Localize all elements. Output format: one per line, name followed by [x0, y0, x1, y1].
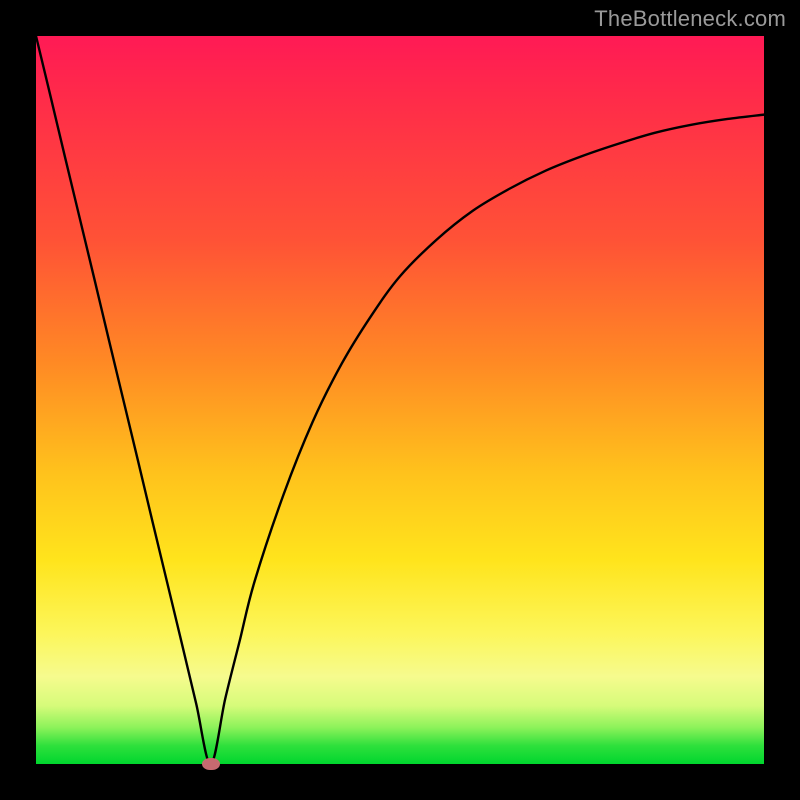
plot-area — [36, 36, 764, 764]
curve-path — [36, 36, 764, 764]
watermark-text: TheBottleneck.com — [594, 6, 786, 32]
chart-frame: TheBottleneck.com — [0, 0, 800, 800]
bottleneck-curve — [36, 36, 764, 764]
minimum-marker — [202, 758, 220, 770]
